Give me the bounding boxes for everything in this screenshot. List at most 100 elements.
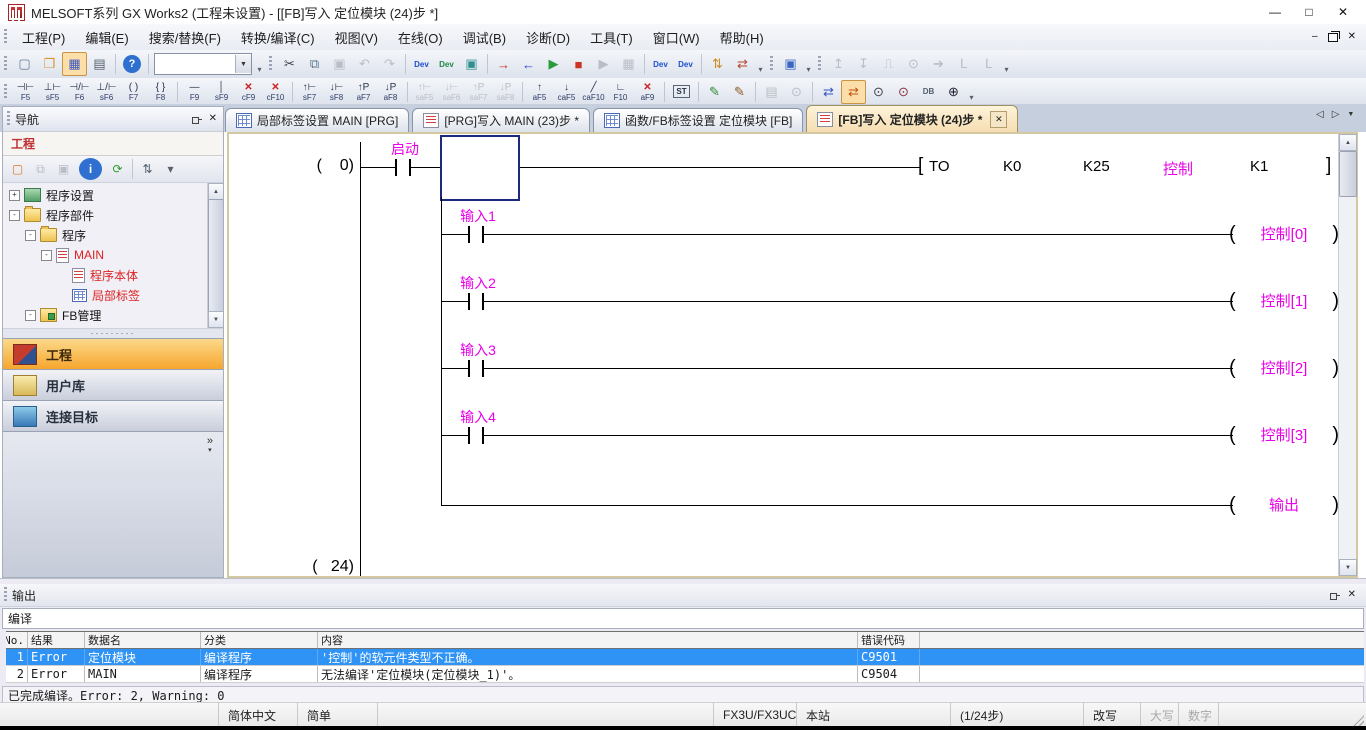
read-mode-icon[interactable]: ✎: [727, 80, 752, 104]
mdi-minimize-icon[interactable]: –: [1312, 32, 1318, 42]
combo-dropdown-icon[interactable]: ▼: [235, 55, 251, 73]
display-format-icon[interactable]: ⇄: [816, 80, 841, 104]
menu-item[interactable]: 视图(V): [325, 24, 388, 51]
print-icon[interactable]: ▤: [87, 52, 112, 76]
ladder-symbol-sF8-button[interactable]: ↓⊢sF8: [323, 80, 350, 104]
navigation-splitter[interactable]: ·········: [3, 328, 223, 338]
menu-item[interactable]: 工具(T): [580, 24, 643, 51]
toolbar-overflow-icon[interactable]: ▾: [755, 52, 766, 76]
ladder-symbol-sF5-button[interactable]: ⊥⊢sF5: [39, 80, 66, 104]
tab-menu-icon[interactable]: ▼: [1347, 111, 1354, 118]
navigation-grip[interactable]: [7, 111, 10, 127]
write-to-plc-icon[interactable]: Dev: [409, 52, 434, 76]
tree-item[interactable]: -FB管理: [3, 305, 208, 325]
tree-expander[interactable]: -: [9, 210, 20, 221]
menu-item[interactable]: 帮助(H): [710, 24, 774, 51]
buffer-memory-monitor-icon[interactable]: Dev: [673, 52, 698, 76]
toolbar-overflow-icon[interactable]: ▾: [254, 52, 265, 76]
column-header[interactable]: 结果: [28, 632, 85, 648]
read-from-plc-icon[interactable]: Dev: [434, 52, 459, 76]
tree-item[interactable]: 程序本体: [3, 265, 208, 285]
menu-item[interactable]: 窗口(W): [643, 24, 710, 51]
monitor-stop-icon[interactable]: ■: [566, 52, 591, 76]
menu-item[interactable]: 转换/编译(C): [231, 24, 325, 51]
minimize-button[interactable]: —: [1258, 2, 1292, 22]
table-row[interactable]: 2ErrorMAIN编译程序无法编译'定位模块(定位模块_1)'。C9504: [6, 666, 1364, 683]
edit-cursor[interactable]: [440, 135, 520, 201]
ladder-symbol-F9-button[interactable]: —F9: [181, 80, 208, 104]
ladder-symbol-cF10-button[interactable]: ✕cF10: [262, 80, 289, 104]
tree-item[interactable]: +程序设置: [3, 185, 208, 205]
tab-close-icon[interactable]: ✕: [990, 111, 1007, 128]
column-header[interactable]: 数据名: [85, 632, 201, 648]
remote-operation-icon[interactable]: ⇄: [730, 52, 755, 76]
sort-menu-icon[interactable]: ▾: [159, 158, 182, 180]
toolbar-grip[interactable]: [269, 56, 272, 72]
column-header[interactable]: 分类: [201, 632, 318, 648]
scroll-down-icon[interactable]: ▼: [1339, 559, 1357, 576]
monitor-start-icon[interactable]: ▶: [541, 52, 566, 76]
output-grip[interactable]: [4, 587, 7, 603]
tree-item[interactable]: -程序部件: [3, 205, 208, 225]
close-button[interactable]: ✕: [1326, 2, 1360, 22]
find-device-icon[interactable]: ⊙: [866, 80, 891, 104]
device-batch-monitor-icon[interactable]: Dev: [648, 52, 673, 76]
more-buttons-icon[interactable]: »: [207, 436, 213, 446]
ladder-symbol-aF5-button[interactable]: ↑aF5: [526, 80, 553, 104]
menu-item[interactable]: 诊断(D): [516, 24, 580, 51]
tab-3[interactable]: 函数/FB标签设置 定位模块 [FB]: [593, 108, 803, 132]
tree-item[interactable]: -定位模块: [3, 325, 208, 328]
device-display-icon[interactable]: DB: [916, 80, 941, 104]
new-project-icon[interactable]: ▢: [12, 52, 37, 76]
toolbar-overflow-icon[interactable]: ▾: [1001, 52, 1012, 76]
edit-mode-icon[interactable]: ✎: [702, 80, 727, 104]
toolbar-overflow-icon[interactable]: ▾: [966, 80, 977, 104]
toolbar-grip[interactable]: [4, 84, 7, 100]
wrap-display-icon[interactable]: ⇄: [841, 80, 866, 104]
inline-st-icon[interactable]: ST: [668, 80, 695, 104]
copy-icon[interactable]: ⧉: [302, 52, 327, 76]
zoom-icon[interactable]: ⊕: [941, 80, 966, 104]
column-header[interactable]: 内容: [318, 632, 858, 648]
ladder-symbol-cF9-button[interactable]: ✕cF9: [235, 80, 262, 104]
nav-mode-connection-button[interactable]: 连接目标: [3, 400, 223, 431]
ladder-symbol-aF8-button[interactable]: ↓PaF8: [377, 80, 404, 104]
ladder-symbol-caF10-button[interactable]: ╱caF10: [580, 80, 607, 104]
open-project-icon[interactable]: ❒: [37, 52, 62, 76]
tree-expander[interactable]: -: [25, 230, 36, 241]
tree-expander[interactable]: +: [9, 190, 20, 201]
tree-scrollbar[interactable]: ▲ ▼: [207, 183, 223, 328]
transfer-read-icon[interactable]: ←: [516, 52, 541, 76]
ladder-symbol-F7-button[interactable]: ( )F7: [120, 80, 147, 104]
mdi-close-icon[interactable]: ✕: [1348, 32, 1356, 42]
close-panel-icon[interactable]: ✕: [209, 114, 217, 124]
ladder-symbol-sF9-button[interactable]: │sF9: [208, 80, 235, 104]
pin-icon[interactable]: [1329, 590, 1340, 601]
table-row[interactable]: 1Error定位模块编译程序'控制'的软元件类型不正确。C9501: [6, 649, 1364, 666]
tab-4[interactable]: [FB]写入 定位模块 (24)步 *✕: [806, 105, 1018, 132]
help-icon[interactable]: ?: [123, 55, 141, 73]
ladder-canvas[interactable]: ( 0) ( 24) 启动 [ TO K0 K25 控制 K1 ] 输入1(控制…: [229, 134, 1339, 576]
toolbar-overflow-icon[interactable]: ▾: [803, 52, 814, 76]
menu-item[interactable]: 调试(B): [453, 24, 516, 51]
ladder-symbol-F6-button[interactable]: ⊣/⊢F6: [66, 80, 93, 104]
editor-scrollbar[interactable]: ▲ ▼: [1338, 134, 1356, 576]
toolbar-grip[interactable]: [770, 56, 773, 72]
more-menu-icon[interactable]: ▾: [207, 446, 213, 456]
close-panel-icon[interactable]: ✕: [1348, 590, 1356, 600]
transfer-setup-icon[interactable]: →: [491, 52, 516, 76]
find-instruction-icon[interactable]: ⊙: [891, 80, 916, 104]
tab-1[interactable]: 局部标签设置 MAIN [PRG]: [225, 108, 409, 132]
menu-item[interactable]: 搜索/替换(F): [139, 24, 231, 51]
menu-item[interactable]: 在线(O): [388, 24, 453, 51]
maximize-button[interactable]: □: [1292, 2, 1326, 22]
tree-item[interactable]: -MAIN: [3, 245, 208, 265]
ladder-symbol-aF9-button[interactable]: ✕aF9: [634, 80, 661, 104]
ladder-symbol-F10-button[interactable]: ∟F10: [607, 80, 634, 104]
toolbar-grip[interactable]: [818, 56, 821, 72]
nav-mode-project-button[interactable]: 工程: [3, 338, 223, 369]
new-data-icon[interactable]: ▢: [6, 158, 29, 180]
toolbar-grip[interactable]: [4, 56, 7, 72]
pin-icon[interactable]: [191, 114, 202, 125]
pc-connection-icon[interactable]: ▣: [778, 52, 803, 76]
